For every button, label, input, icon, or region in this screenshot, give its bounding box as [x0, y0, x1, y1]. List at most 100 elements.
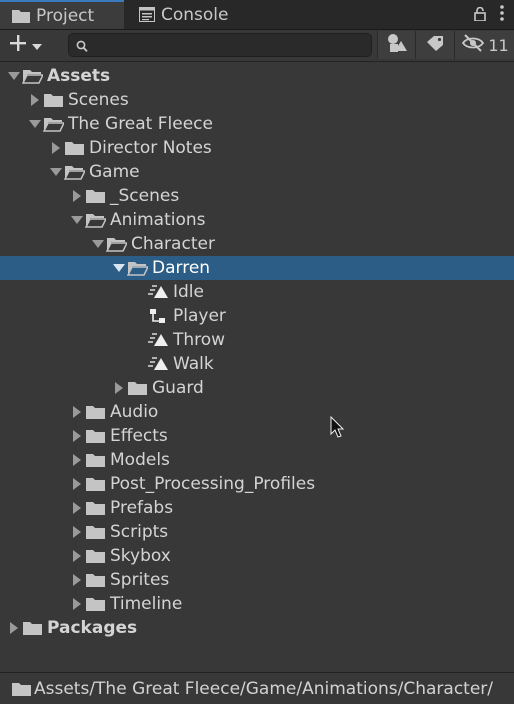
plus-icon: [8, 33, 28, 57]
tree-item-label: Scripts: [110, 522, 169, 542]
tree-item-label: Models: [110, 450, 170, 470]
collapse-arrow-icon[interactable]: [69, 596, 85, 612]
breadcrumb: Assets/The Great Fleece/Game/Animations/…: [34, 678, 494, 699]
expand-arrow-icon[interactable]: [27, 116, 43, 132]
tree-item-label: Game: [89, 162, 140, 182]
tree-item-label: Timeline: [110, 594, 183, 614]
tree-item-effects[interactable]: Effects: [0, 424, 514, 448]
tab-bar: Project Console: [0, 0, 514, 30]
project-tree: Assets Scenes The Great Fleece Director Not…: [0, 64, 514, 640]
tree-item-idle[interactable]: Idle: [0, 280, 514, 304]
tree-item-scenes[interactable]: _Scenes: [0, 184, 514, 208]
folder-icon: [85, 596, 106, 612]
tree-item-player[interactable]: Player: [0, 304, 514, 328]
tree-item-prefabs[interactable]: Prefabs: [0, 496, 514, 520]
tree-item-throw[interactable]: Throw: [0, 328, 514, 352]
collapse-arrow-icon[interactable]: [6, 620, 22, 636]
hidden-packages-toggle[interactable]: 11: [454, 31, 514, 59]
tab-project[interactable]: Project: [0, 0, 124, 29]
expand-arrow-icon[interactable]: [6, 68, 22, 84]
folder-icon: [43, 92, 64, 108]
expand-arrow-icon[interactable]: [90, 236, 106, 252]
collapse-arrow-icon[interactable]: [27, 92, 43, 108]
tag-icon: [425, 35, 445, 55]
collapse-arrow-icon[interactable]: [48, 140, 64, 156]
tree-item-label: Prefabs: [110, 498, 174, 518]
folder-icon: [85, 572, 106, 588]
open-folder-icon: [127, 260, 148, 276]
collapse-arrow-icon[interactable]: [69, 188, 85, 204]
tree-item-timeline[interactable]: Timeline: [0, 592, 514, 616]
tree-item-label: Skybox: [110, 546, 171, 566]
folder-icon: [22, 620, 43, 636]
kebab-menu-icon[interactable]: [500, 5, 504, 25]
open-folder-icon: [22, 68, 43, 84]
tab-console-label: Console: [161, 4, 229, 25]
tree-item-label: Animations: [110, 210, 206, 230]
tree-item-animations[interactable]: Animations: [0, 208, 514, 232]
expand-arrow-icon[interactable]: [111, 260, 127, 276]
lock-icon[interactable]: [474, 6, 486, 25]
expand-arrow-icon[interactable]: [69, 212, 85, 228]
folder-icon: [85, 404, 106, 420]
tree-item-game[interactable]: Game: [0, 160, 514, 184]
open-folder-icon: [106, 236, 127, 252]
tree-item-label: Player: [173, 306, 226, 326]
folder-icon: [85, 476, 106, 492]
mouse-cursor-icon: [330, 415, 345, 442]
tree-item-label: _Scenes: [110, 186, 180, 206]
tree-item-assets[interactable]: Assets: [0, 64, 514, 88]
search-by-type-button[interactable]: [377, 31, 415, 59]
tree-item-director-notes[interactable]: Director Notes: [0, 136, 514, 160]
console-icon: [139, 7, 155, 22]
tree-item-walk[interactable]: Walk: [0, 352, 514, 376]
tree-item-guard[interactable]: Guard: [0, 376, 514, 400]
collapse-arrow-icon[interactable]: [111, 380, 127, 396]
shapes-icon: [386, 33, 408, 57]
arrow-spacer: [132, 332, 148, 348]
collapse-arrow-icon[interactable]: [69, 476, 85, 492]
tree-item-label: Audio: [110, 402, 159, 422]
search-input[interactable]: [93, 36, 367, 56]
tree-item-label: Guard: [152, 378, 204, 398]
folder-icon: [85, 548, 106, 564]
tree-item-character[interactable]: Character: [0, 232, 514, 256]
tree-item-label: Assets: [47, 66, 111, 86]
tab-project-label: Project: [36, 5, 95, 26]
tree-item-label: Packages: [47, 618, 138, 638]
animator-controller-icon: [148, 308, 169, 324]
tree-item-skybox[interactable]: Skybox: [0, 544, 514, 568]
tree-item-label: Effects: [110, 426, 168, 446]
create-dropdown-button[interactable]: [8, 33, 52, 57]
breadcrumb-bar: Assets/The Great Fleece/Game/Animations/…: [0, 672, 514, 704]
collapse-arrow-icon[interactable]: [69, 524, 85, 540]
tree-item-post-processing-profiles[interactable]: Post_Processing_Profiles: [0, 472, 514, 496]
tree-item-packages[interactable]: Packages: [0, 616, 514, 640]
collapse-arrow-icon[interactable]: [69, 452, 85, 468]
search-by-label-button[interactable]: [415, 31, 454, 59]
arrow-spacer: [132, 356, 148, 372]
folder-icon: [64, 140, 85, 156]
collapse-arrow-icon[interactable]: [69, 404, 85, 420]
collapse-arrow-icon[interactable]: [69, 428, 85, 444]
arrow-spacer: [132, 308, 148, 324]
tree-item-models[interactable]: Models: [0, 448, 514, 472]
tree-item-sprites[interactable]: Sprites: [0, 568, 514, 592]
tree-item-audio[interactable]: Audio: [0, 400, 514, 424]
project-toolbar: 11: [0, 30, 514, 62]
collapse-arrow-icon[interactable]: [69, 500, 85, 516]
collapse-arrow-icon[interactable]: [69, 548, 85, 564]
tree-item-darren[interactable]: Darren: [0, 256, 514, 280]
tree-item-the-great-fleece[interactable]: The Great Fleece: [0, 112, 514, 136]
collapse-arrow-icon[interactable]: [69, 572, 85, 588]
open-folder-icon: [43, 116, 64, 132]
folder-icon: [85, 428, 106, 444]
search-icon: [76, 38, 88, 57]
expand-arrow-icon[interactable]: [48, 164, 64, 180]
search-field[interactable]: [68, 33, 372, 57]
animation-clip-icon: [148, 356, 169, 372]
tree-item-scenes[interactable]: Scenes: [0, 88, 514, 112]
tree-item-scripts[interactable]: Scripts: [0, 520, 514, 544]
tab-console[interactable]: Console: [136, 0, 229, 29]
tree-item-label: Scenes: [68, 90, 129, 110]
